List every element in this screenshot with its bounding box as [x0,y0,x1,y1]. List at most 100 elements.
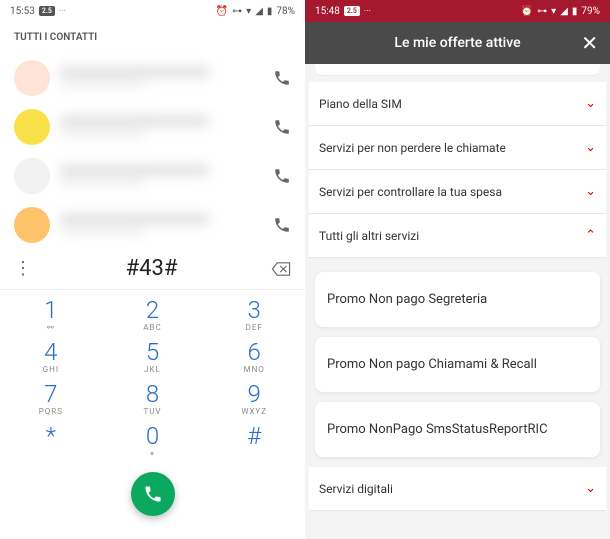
close-icon[interactable]: ✕ [581,31,598,55]
section-row[interactable]: Servizi per non perdere le chiamate ⌄ [309,126,606,170]
key-7[interactable]: 7PQRS [0,378,102,420]
key-letters: ABC [102,323,204,332]
contact-row[interactable] [0,53,305,102]
section-label: Servizi digitali [319,482,393,496]
phone-icon[interactable] [273,216,291,234]
status-bar: 15:53 2.5 ⋯ ⏰ ⊶ ▾ ◢ ▮ 78% [0,0,305,22]
key-1[interactable]: 1⚯ [0,294,102,336]
contact-info [60,165,273,186]
phone-icon [143,484,163,504]
key-letters: JKL [102,365,204,374]
avatar [14,109,50,145]
chevron-up-icon: ⌃ [585,228,596,243]
battery-pct: 78% [276,6,295,17]
link-icon: ⊶ [232,6,242,17]
avatar [14,207,50,243]
alarm-icon: ⏰ [216,6,228,17]
contact-row[interactable] [0,102,305,151]
key-5[interactable]: 5JKL [102,336,204,378]
battery-icon: ▮ [572,6,578,17]
offers-header: Le mie offerte attive ✕ [305,22,610,64]
key-letters: ⚯ [0,323,102,332]
key-digit: 0 [102,424,204,448]
section-label: Piano della SIM [319,97,402,111]
key-digit: 4 [0,340,102,364]
contacts-tab[interactable]: TUTTI I CONTATTI [0,22,305,53]
battery-icon: ▮ [267,6,273,17]
signal-icon: ◢ [560,6,568,17]
status-extra: ⋯ [364,7,371,15]
offers-screen: 15:48 2.5 ⋯ ⏰ ⊶ ▾ ◢ ▮ 79% Le mie offerte… [305,0,610,539]
section-row[interactable]: Piano della SIM ⌄ [309,82,606,126]
status-time: 15:48 [315,6,340,17]
prev-card-edge [315,64,600,76]
more-icon[interactable]: ⋮ [14,258,32,279]
key-letters: WXYZ [203,407,305,416]
chevron-down-icon: ⌄ [585,184,596,199]
contact-row[interactable] [0,200,305,248]
key-digit: # [203,424,305,448]
status-extra: ⋯ [59,7,66,15]
signal-icon: ◢ [255,6,263,17]
header-title: Le mie offerte attive [394,35,520,51]
key-2[interactable]: 2ABC [102,294,204,336]
section-row[interactable]: Servizi per controllare la tua spesa⌄ [309,170,606,214]
contact-info [60,67,273,88]
key-digit: 9 [203,382,305,406]
section-label: Servizi per non perdere le chiamate [319,141,506,155]
alarm-icon: ⏰ [521,6,533,17]
link-icon: ⊶ [537,6,547,17]
contact-list[interactable] [0,53,305,248]
section-servizi-digitali[interactable]: Servizi digitali ⌄ [309,467,606,511]
wifi-icon: ▾ [246,6,251,17]
chevron-down-icon: ⌄ [585,96,596,111]
phone-icon[interactable] [273,69,291,87]
status-bar: 15:48 2.5 ⋯ ⏰ ⊶ ▾ ◢ ▮ 79% [305,0,610,22]
promo-card[interactable]: Promo NonPago SmsStatusReportRIC [315,402,600,457]
call-button[interactable] [131,472,175,516]
key-digit: 6 [203,340,305,364]
key-3[interactable]: 3DEF [203,294,305,336]
chevron-down-icon: ⌄ [585,140,596,155]
status-badge: 2.5 [39,6,55,16]
dial-keypad: 1⚯2ABC3DEF4GHI5JKL6MNO7PQRS8TUV9WXYZ*0+# [0,290,305,466]
offers-body[interactable]: Piano della SIM⌄Servizi per non perdere … [305,64,610,539]
key-digit: 8 [102,382,204,406]
section-row[interactable]: Tutti gli altri servizi ⌃ [309,214,606,258]
key-9[interactable]: 9WXYZ [203,378,305,420]
promo-card[interactable]: Promo Non pago Chiamami & Recall [315,337,600,392]
key-digit: 2 [102,298,204,322]
key-letters: PQRS [0,407,102,416]
contact-row[interactable] [0,151,305,200]
key-digit: 1 [0,298,102,322]
section-label: Tutti gli altri servizi [319,229,419,243]
key-4[interactable]: 4GHI [0,336,102,378]
card-title: Promo Non pago Chiamami & Recall [327,357,537,372]
dialer-screen: 15:53 2.5 ⋯ ⏰ ⊶ ▾ ◢ ▮ 78% TUTTI I CONTAT… [0,0,305,539]
key-8[interactable]: 8TUV [102,378,204,420]
key-digit: * [0,424,102,448]
status-time: 15:53 [10,6,35,17]
battery-pct: 79% [581,6,600,17]
backspace-icon[interactable] [271,262,291,276]
key-letters: MNO [203,365,305,374]
contact-info [60,214,273,235]
key-digit: 5 [102,340,204,364]
key-#[interactable]: # [203,420,305,462]
card-title: Promo NonPago SmsStatusReportRIC [327,422,548,437]
key-0[interactable]: 0+ [102,420,204,462]
key-letters: TUV [102,407,204,416]
phone-icon[interactable] [273,118,291,136]
key-6[interactable]: 6MNO [203,336,305,378]
contact-info [60,116,273,137]
status-badge: 2.5 [344,6,360,16]
key-*[interactable]: * [0,420,102,462]
key-letters: + [102,449,204,458]
key-letters: DEF [203,323,305,332]
key-digit: 7 [0,382,102,406]
phone-icon[interactable] [273,167,291,185]
dialed-number: #43# [32,256,271,281]
chevron-down-icon: ⌄ [585,481,596,496]
promo-card[interactable]: Promo Non pago Segreteria [315,272,600,327]
key-digit: 3 [203,298,305,322]
